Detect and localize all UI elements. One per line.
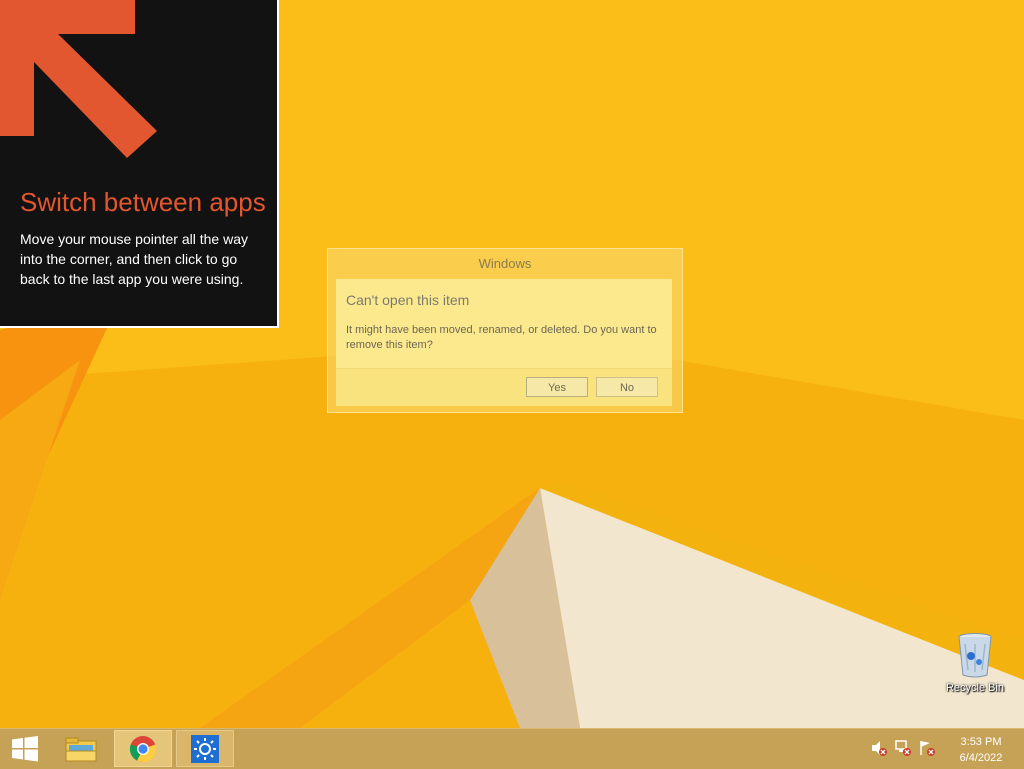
no-button[interactable]: No (596, 377, 658, 397)
chrome-icon (129, 735, 157, 762)
corner-arrow-icon (0, 0, 157, 158)
tip-body: Move your mouse pointer all the way into… (20, 231, 248, 287)
cant-open-dialog: Windows Can't open this item It might ha… (327, 248, 683, 413)
taskbar: 3:53 PM 6/4/2022 (0, 728, 1024, 769)
dialog-message: It might have been moved, renamed, or de… (346, 324, 657, 351)
dialog-footer: Yes No (336, 368, 672, 406)
recycle-bin-shortcut[interactable]: Recycle Bin (944, 632, 1006, 694)
taskbar-brightness-app[interactable] (176, 730, 234, 767)
clock-date: 6/4/2022 (959, 752, 1003, 764)
taskbar-clock[interactable]: 3:53 PM 6/4/2022 (948, 734, 1014, 766)
yes-button[interactable]: Yes (526, 377, 588, 397)
dialog-content: Can't open this item It might have been … (336, 279, 672, 406)
system-tray (870, 739, 936, 757)
tip-title: Switch between apps (20, 187, 266, 217)
recycle-bin-icon (958, 633, 992, 678)
folder-icon (65, 737, 97, 761)
switch-apps-tip: Switch between apps Move your mouse poin… (0, 0, 279, 328)
dialog-header: Can't open this item (346, 292, 470, 308)
taskbar-file-explorer[interactable] (52, 730, 110, 767)
action-center-flag-icon[interactable] (918, 739, 936, 757)
sun-icon (191, 734, 219, 763)
network-error-icon[interactable] (894, 739, 912, 757)
taskbar-chrome[interactable] (114, 730, 172, 767)
volume-muted-icon[interactable] (870, 739, 888, 757)
recycle-bin-label: Recycle Bin (945, 682, 1005, 694)
clock-time: 3:53 PM (960, 736, 1002, 748)
dialog-title: Windows (478, 256, 532, 271)
windows-logo-icon (12, 736, 38, 762)
start-button[interactable] (0, 729, 50, 769)
